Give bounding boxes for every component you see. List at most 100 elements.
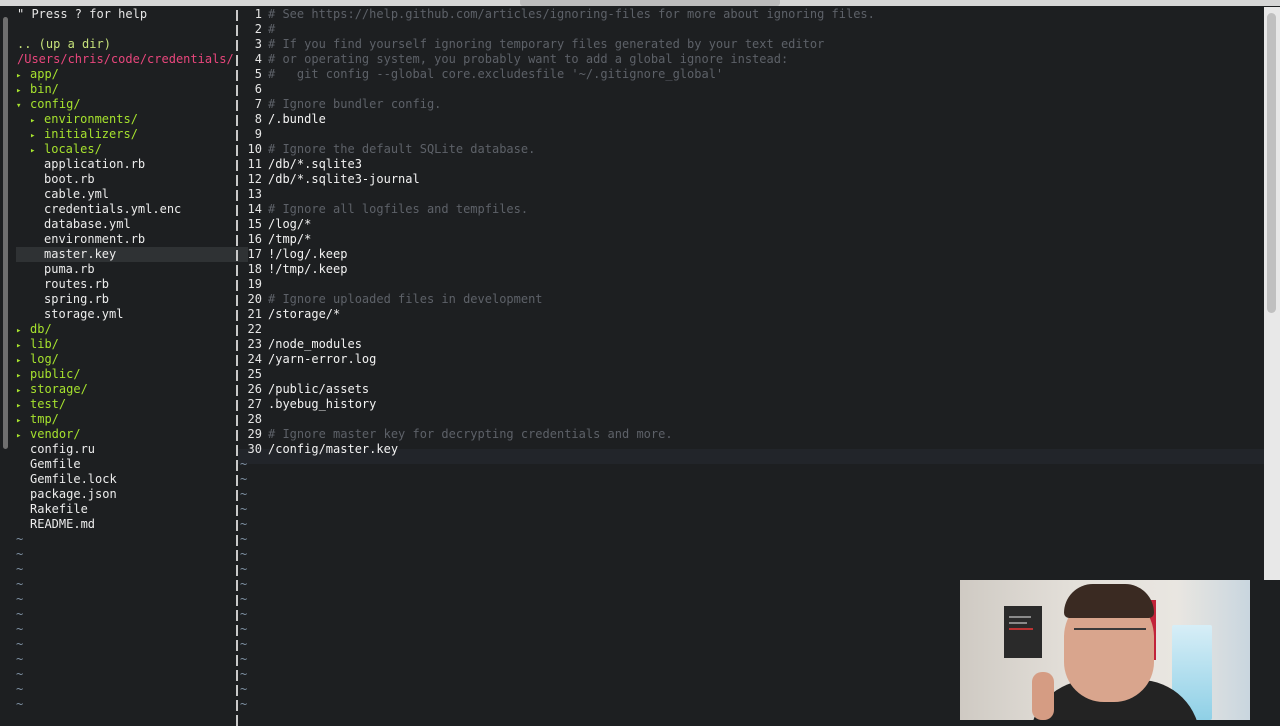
line-number: 4 [254,52,262,66]
tree-entry-label: credentials.yml.enc [44,202,182,216]
code-comment[interactable]: # Ignore all logfiles and tempfiles. [268,202,528,217]
tree-entry-label: test/ [30,397,67,411]
line-number: 17 [247,247,262,261]
code-line[interactable]: /.bundle [268,112,326,127]
editor-empty-line: ~ [240,487,248,501]
editor-empty-line: ~ [240,592,248,606]
editor-empty-line: ~ [240,547,248,561]
tree-empty-line: ~ [16,577,24,591]
tree-root-path[interactable]: /Users/chris/code/credentials/ [17,52,234,67]
tree-dir[interactable]: ▸ public/ [16,367,81,382]
window-scrollbar[interactable] [1264,7,1280,580]
tree-file[interactable]: database.yml [30,217,131,232]
tree-file[interactable]: cable.yml [30,187,109,202]
line-number: 28 [247,412,262,426]
code-comment[interactable]: # Ignore uploaded files in development [268,292,543,307]
tree-dir[interactable]: ▸ initializers/ [30,127,138,142]
code-comment[interactable]: # [268,22,275,37]
editor-empty-line: ~ [240,517,248,531]
webcam-poster [1004,606,1042,658]
tree-up-dir[interactable]: .. (up a dir) [17,37,111,52]
line-number: 3 [254,37,262,51]
code-comment[interactable]: # Ignore the default SQLite database. [268,142,535,157]
code-comment[interactable]: # git config --global core.excludesfile … [268,67,723,82]
code-comment[interactable]: # Ignore bundler config. [268,97,441,112]
code-comment[interactable]: # Ignore master key for decrypting crede… [268,427,673,442]
code-line[interactable]: /node_modules [268,337,362,352]
tree-dir[interactable]: ▸ log/ [16,352,59,367]
tree-file[interactable]: boot.rb [30,172,95,187]
code-line[interactable]: /config/master.key [268,442,398,457]
tree-file[interactable]: README.md [16,517,95,532]
code-line[interactable]: !/tmp/.keep [268,262,347,277]
editor-empty-line: ~ [240,577,248,591]
tree-file[interactable]: puma.rb [30,262,95,277]
tree-entry-label: config/ [30,97,81,111]
line-number: 27 [247,397,262,411]
tree-file[interactable]: storage.yml [30,307,123,322]
line-number: 14 [247,202,262,216]
tree-dir[interactable]: ▾ config/ [16,97,81,112]
scrollbar-thumb[interactable] [1267,13,1276,313]
tree-file[interactable]: application.rb [30,157,145,172]
tree-entry-label: vendor/ [30,427,81,441]
tree-dir[interactable]: ▸ tmp/ [16,412,59,427]
tree-file[interactable]: package.json [16,487,117,502]
code-line[interactable]: /tmp/* [268,232,311,247]
webcam-person-hair [1064,584,1154,618]
tree-dir[interactable]: ▸ db/ [16,322,52,337]
editor-empty-line: ~ [240,637,248,651]
tree-entry-label: initializers/ [44,127,138,141]
line-number: 10 [247,142,262,156]
tree-entry-label: cable.yml [44,187,110,201]
code-comment[interactable]: # or operating system, you probably want… [268,52,788,67]
tree-scrollbar[interactable] [3,17,8,449]
tree-file[interactable]: environment.rb [30,232,145,247]
editor-empty-line: ~ [240,622,248,636]
tree-dir[interactable]: ▸ locales/ [30,142,102,157]
tree-dir[interactable]: ▸ vendor/ [16,427,81,442]
tree-dir[interactable]: ▸ test/ [16,397,66,412]
code-line[interactable]: .byebug_history [268,397,376,412]
code-comment[interactable]: # See https://help.github.com/articles/i… [268,7,875,22]
tree-file[interactable]: config.ru [16,442,95,457]
tree-file[interactable]: credentials.yml.enc [30,202,181,217]
tree-dir[interactable]: ▸ storage/ [16,382,88,397]
tree-empty-line: ~ [16,607,24,621]
code-line[interactable]: /db/*.sqlite3-journal [268,172,420,187]
tree-file[interactable]: spring.rb [30,292,109,307]
tree-file[interactable]: Gemfile.lock [16,472,117,487]
tree-entry-label: application.rb [44,157,146,171]
code-line[interactable]: !/log/.keep [268,247,347,262]
line-number: 12 [247,172,262,186]
tree-file[interactable]: routes.rb [30,277,109,292]
tree-dir[interactable]: ▸ environments/ [30,112,138,127]
code-comment[interactable]: # If you find yourself ignoring temporar… [268,37,824,52]
tree-dir[interactable]: ▸ lib/ [16,337,59,352]
tree-help-text: " Press ? for help [17,7,148,21]
editor-empty-line: ~ [240,667,248,681]
line-number: 5 [254,67,262,81]
tree-file[interactable]: master.key [16,247,248,262]
tree-file[interactable]: Rakefile [16,502,88,517]
line-number: 6 [254,82,262,96]
tree-dir[interactable]: ▸ app/ [16,67,59,82]
code-line[interactable]: /yarn-error.log [268,352,376,367]
editor-empty-line: ~ [240,472,248,486]
editor-empty-line: ~ [240,532,248,546]
tree-empty-line: ~ [16,547,24,561]
poster-text-line [1009,628,1033,630]
nerdtree-panel: " Press ? for help .. (up a dir)/Users/ch… [0,7,248,720]
tree-entry-label: environment.rb [44,232,146,246]
code-line[interactable]: /storage/* [268,307,340,322]
tree-dir[interactable]: ▸ bin/ [16,82,59,97]
tree-file[interactable]: Gemfile [16,457,81,472]
tree-empty-line: ~ [16,637,24,651]
tree-empty-line: ~ [16,697,24,711]
tree-entry-label: public/ [30,367,81,381]
line-number: 26 [247,382,262,396]
code-line[interactable]: /log/* [268,217,311,232]
webcam-overlay [960,580,1250,720]
code-line[interactable]: /public/assets [268,382,369,397]
code-line[interactable]: /db/*.sqlite3 [268,157,362,172]
